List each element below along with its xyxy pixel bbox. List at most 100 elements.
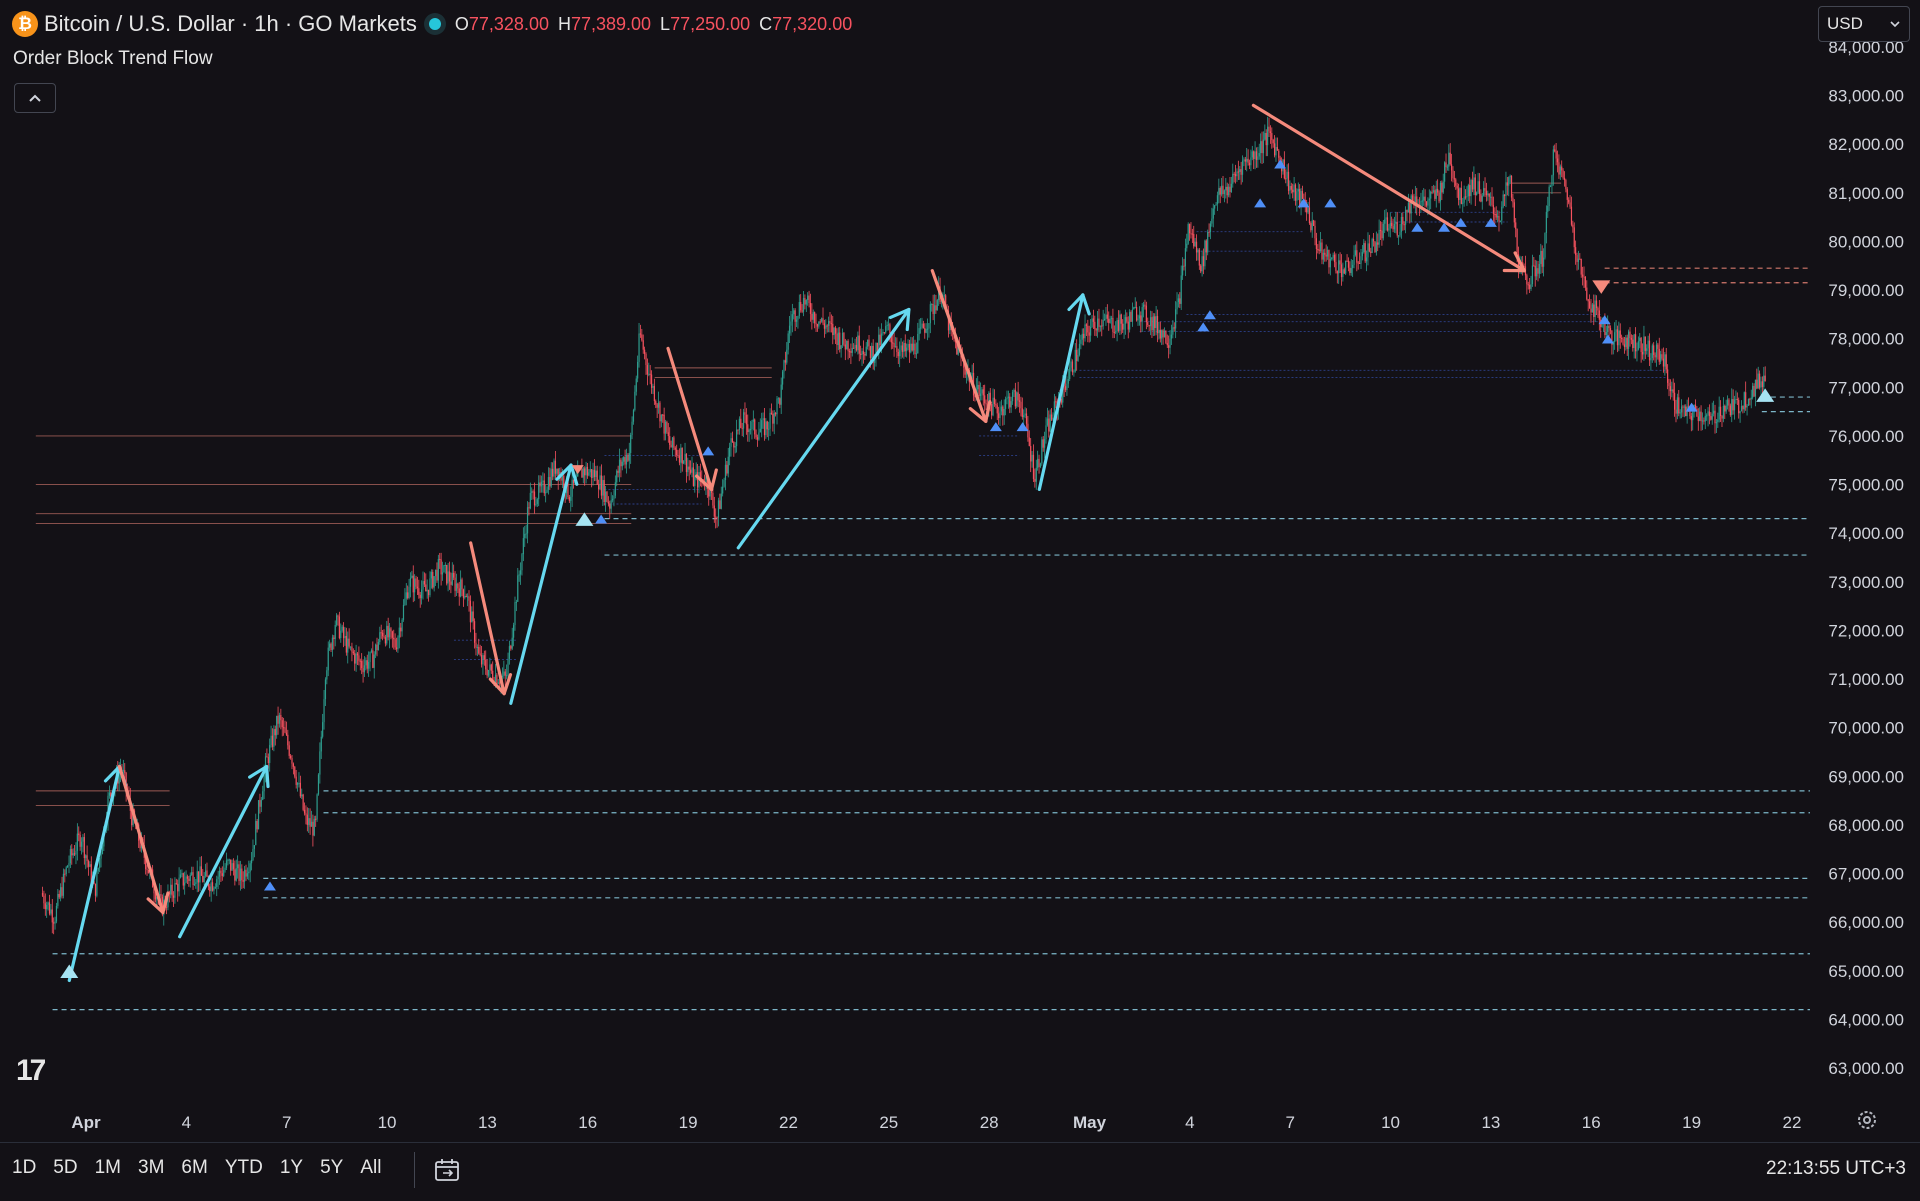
candle-body [814,312,815,323]
candle-body [776,399,777,415]
candle-body [562,476,563,481]
range-ytd-button[interactable]: YTD [225,1157,263,1179]
candle-body [1252,151,1253,157]
candle-body [1359,263,1360,264]
candle-body [1762,381,1763,387]
candle-body [471,611,472,622]
candle-body [1126,317,1127,322]
candle-body [648,374,649,375]
candle-body [315,819,316,820]
candle-body [64,874,65,875]
clock-timezone[interactable]: 22:13:55 UTC+3 [1766,1158,1906,1180]
price-chart[interactable]: 63,000.0064,000.0065,000.0066,000.0067,0… [0,0,1920,1200]
candle-body [1051,415,1052,420]
candle-body [1627,338,1628,349]
candle-body [477,647,478,648]
range-5d-button[interactable]: 5D [53,1157,77,1179]
candle-body [1631,338,1632,340]
candle-body [627,455,628,461]
range-1d-button[interactable]: 1D [12,1157,36,1179]
candle-body [882,332,883,333]
candle-body [266,756,267,757]
candle-body [1755,380,1756,397]
candle-body [1454,178,1455,179]
candle-body [1526,275,1527,284]
chevron-up-icon [28,93,42,103]
symbol-title[interactable]: Bitcoin / U.S. Dollar · 1h · GO Markets [44,11,417,37]
candle-body [446,565,447,584]
range-all-button[interactable]: All [360,1157,381,1179]
candle-body [80,835,81,847]
candle-body [900,345,901,350]
candle-body [1309,208,1310,224]
candle-body [1712,414,1713,420]
candle-body [659,403,660,422]
candle-body [781,385,782,405]
candle-body [503,672,504,676]
candle-body [166,907,167,908]
candle-body [803,298,804,312]
candle-body [1489,193,1490,196]
candle-body [1093,318,1094,321]
indicator-name[interactable]: Order Block Trend Flow [13,48,213,70]
candle-body [828,321,829,326]
candle-body [1668,383,1669,386]
range-3m-button[interactable]: 3M [138,1157,164,1179]
market-status-dot[interactable] [429,18,441,30]
candle-body [916,353,917,354]
candle-body [1675,410,1676,414]
currency-select[interactable]: USD [1818,6,1910,42]
candle-body [981,389,982,393]
candle-body [360,661,361,662]
tradingview-logo[interactable]: 17 [16,1054,43,1088]
candle-body [179,878,180,892]
candle-body [1427,200,1428,205]
candle-body [1022,408,1023,417]
candle-body [1158,330,1159,333]
candle-body [1536,268,1537,276]
candle-body [1228,187,1229,196]
candle-body [1426,201,1427,205]
candle-body [898,352,899,356]
gear-icon[interactable] [1855,1108,1879,1132]
candle-body [625,457,626,464]
bull-trend-arrow-head [267,767,268,787]
candle-body [774,413,775,424]
collapse-button[interactable] [14,83,56,113]
candle-body [1199,250,1200,266]
y-axis-tick-label: 67,000.00 [1828,865,1904,884]
candle-body [838,333,839,345]
range-1m-button[interactable]: 1M [95,1157,121,1179]
candle-body [1608,326,1609,328]
ohlc-high: H77,389.00 [558,14,651,35]
candle-body [259,800,260,807]
candle-body [1289,186,1290,191]
candle-body [337,615,338,616]
candle-body [1263,140,1264,153]
candle-body [615,482,616,495]
calendar-goto-icon[interactable] [434,1158,462,1182]
range-5y-button[interactable]: 5Y [320,1157,343,1179]
candle-body [605,492,606,502]
range-6m-button[interactable]: 6M [181,1157,207,1179]
candle-body [1082,334,1083,340]
candle-body [927,329,928,330]
candle-body [197,871,198,882]
candle-body [597,471,598,485]
candle-body [183,873,184,885]
candle-body [1582,275,1583,277]
candle-body [1618,331,1619,346]
candle-body [647,365,648,374]
candle-body [1461,188,1462,204]
range-1y-button[interactable]: 1Y [280,1157,303,1179]
bitcoin-icon: ₿ [12,11,38,37]
candle-body [1192,234,1193,235]
candle-body [191,872,192,875]
candle-body [1128,322,1129,330]
candle-body [1299,189,1300,205]
candle-body [1625,338,1626,347]
candle-body [551,469,552,487]
candle-body [788,333,789,349]
candle-body [1579,259,1580,260]
candle-body [1664,354,1665,366]
